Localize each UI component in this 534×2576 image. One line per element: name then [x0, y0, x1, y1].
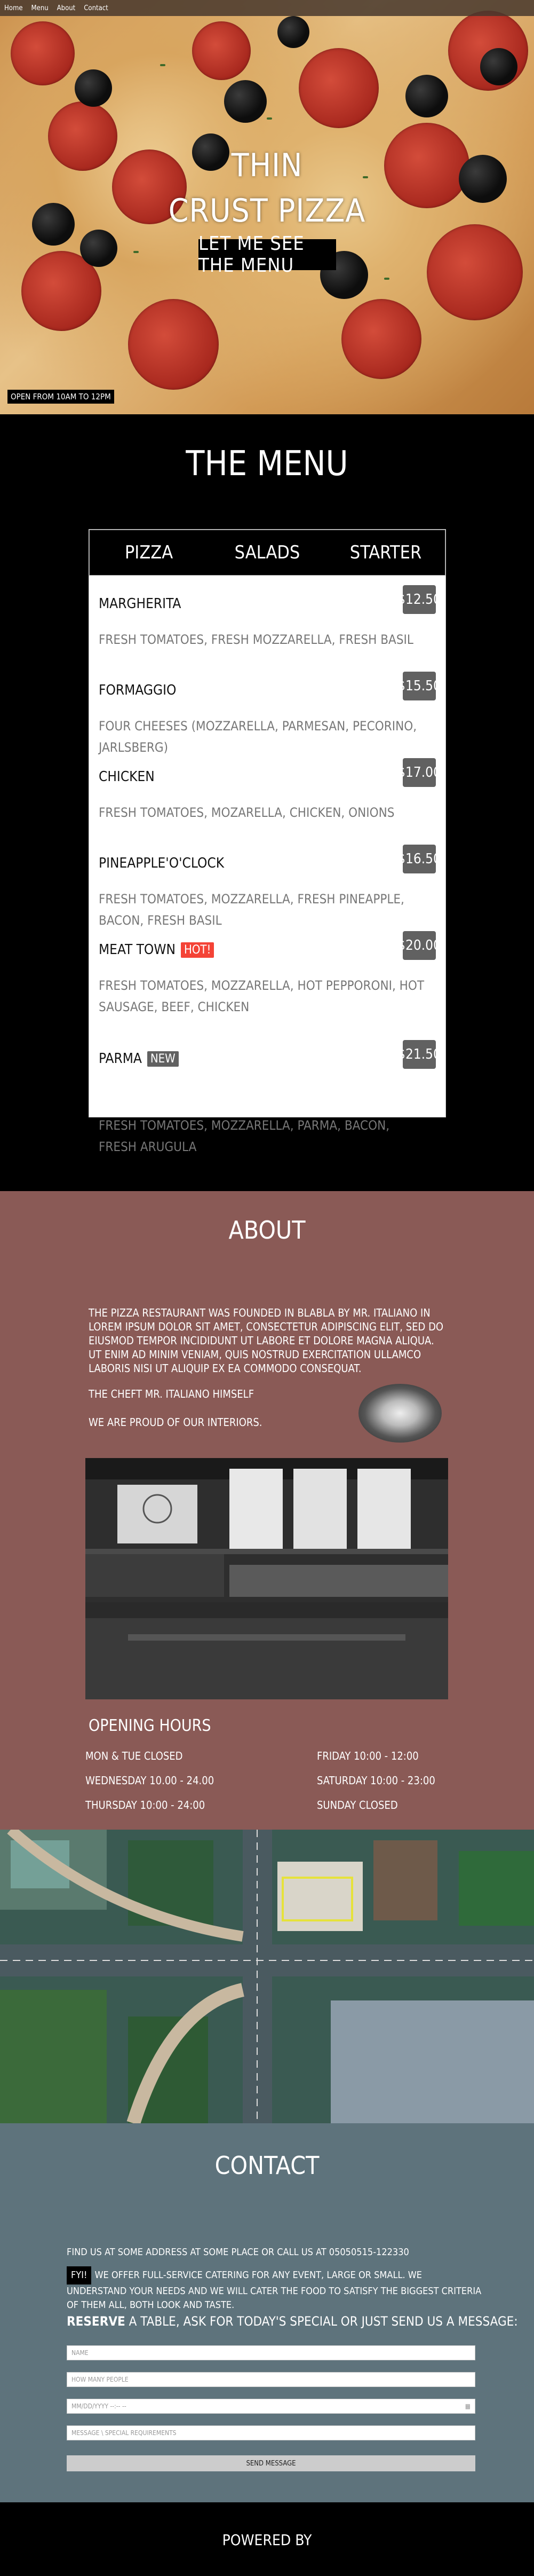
price-badge: $17.00 — [397, 758, 441, 787]
name-input[interactable]: NAME — [67, 2345, 475, 2360]
price-badge: $15.50 — [397, 672, 441, 700]
tab-starter[interactable]: STARTER — [326, 530, 445, 575]
pepperoni-shape — [128, 299, 219, 390]
hours-friday: FRIDAY 10:00 - 12:00 — [317, 1750, 419, 1762]
hero-title-line2: CRUST PIZZA — [168, 192, 366, 230]
item-description: FRESH TOMATOES, MOZARELLA, CHICKEN, ONIO… — [99, 805, 395, 820]
menu-section: THE MENU PIZZA SALADS STARTER MARGHERITA… — [0, 414, 534, 1191]
item-name: MARGHERITA — [99, 596, 181, 612]
hero-title-line1: THIN — [231, 147, 303, 184]
reserve-line: RESERVE A TABLE, ASK FOR TODAY'S SPECIAL… — [67, 2314, 518, 2329]
price-badge: $21.50 — [397, 1040, 441, 1069]
herb-shape — [384, 278, 389, 280]
footer: POWERED BY — [0, 2502, 534, 2576]
new-tag: NEW — [147, 1051, 179, 1067]
opening-hours-title: OPENING HOURS — [89, 1716, 211, 1735]
herb-shape — [267, 117, 272, 120]
olive-shape — [80, 230, 117, 267]
address-line: FIND US AT SOME ADDRESS AT SOME PLACE OR… — [67, 2247, 409, 2258]
olive-shape — [405, 75, 448, 117]
pepperoni-shape — [192, 21, 251, 80]
item-description: FRESH TOMATOES, FRESH MOZZARELLA, FRESH … — [99, 632, 413, 647]
price-badge: $16.50 — [397, 845, 441, 873]
item-description: FOUR CHEESES (MOZZARELLA, PARMESAN, PECO… — [99, 719, 417, 755]
menu-tabs: PIZZA SALADS STARTER — [89, 530, 445, 576]
hours-wednesday: WEDNESDAY 10.00 - 24.00 — [85, 1774, 214, 1787]
message-input[interactable]: MESSAGE \ SPECIAL REQUIREMENTS — [67, 2425, 475, 2440]
aerial-city-art — [0, 1830, 534, 2123]
hours-mon-tue: MON & TUE CLOSED — [85, 1750, 183, 1762]
about-section: ABOUT THE PIZZA RESTAURANT WAS FOUNDED I… — [0, 1191, 534, 1830]
olive-shape — [277, 16, 309, 48]
item-name: PINEAPPLE'O'CLOCK — [99, 855, 225, 871]
aerial-city-image — [0, 1830, 534, 2123]
herb-shape — [160, 64, 165, 66]
item-description: FRESH TOMATOES, MOZZARELLA, PARMA, BACON… — [99, 1118, 390, 1154]
item-name: MEAT TOWN HOT! — [99, 942, 214, 958]
hours-sunday: SUNDAY CLOSED — [317, 1799, 398, 1811]
menu-card: PIZZA SALADS STARTER MARGHERITA $12.50 F… — [89, 529, 446, 1154]
herb-shape — [133, 251, 139, 253]
item-description: FRESH TOMATOES, MOZZARELLA, FRESH PINEAP… — [99, 892, 404, 928]
hours-saturday: SATURDAY 10:00 - 23:00 — [317, 1774, 435, 1787]
footer-powered-by: POWERED BY — [222, 2531, 312, 2549]
nav-home[interactable]: Home — [0, 4, 27, 12]
price-badge: $20.00 — [397, 931, 441, 960]
contact-title: CONTACT — [214, 2151, 320, 2180]
nav-about[interactable]: About — [53, 4, 80, 12]
see-menu-button[interactable]: LET ME SEE THE MENU — [198, 233, 336, 277]
interior-photo — [85, 1458, 448, 1699]
olive-shape — [480, 48, 517, 85]
contact-section: CONTACT FIND US AT SOME ADDRESS AT SOME … — [0, 2123, 534, 2502]
hero-pizza-image: THIN CRUST PIZZA LET ME SEE THE MENU OPE… — [0, 0, 534, 414]
top-nav: Home Menu About Contact — [0, 0, 534, 16]
item-name: PARMA NEW — [99, 1051, 179, 1067]
pepperoni-shape — [299, 48, 379, 128]
item-name: FORMAGGIO — [99, 682, 177, 698]
menu-title: THE MENU — [186, 444, 348, 484]
price-badge: $12.50 — [397, 585, 441, 614]
hot-tag: HOT! — [180, 942, 214, 958]
interior-photo-art — [85, 1458, 448, 1699]
people-input[interactable]: HOW MANY PEOPLE — [67, 2372, 475, 2387]
pepperoni-shape — [11, 21, 75, 85]
catering-line: FYI! WE OFFER FULL-SERVICE CATERING FOR A… — [67, 2266, 483, 2312]
about-title: ABOUT — [228, 1216, 306, 1244]
nav-menu[interactable]: Menu — [27, 4, 53, 12]
datetime-input[interactable]: MM/DD/YYYY --:-- -- ▦ — [67, 2399, 475, 2414]
calendar-icon[interactable]: ▦ — [465, 2402, 471, 2410]
send-message-button[interactable]: SEND MESSAGE — [67, 2455, 475, 2471]
pepperoni-shape — [341, 299, 421, 379]
fyi-badge: FYI! — [67, 2266, 92, 2284]
tab-pizza[interactable]: PIZZA — [90, 530, 208, 575]
open-hours-badge: OPEN FROM 10AM TO 12PM — [7, 390, 114, 404]
pepperoni-shape — [427, 224, 523, 320]
tab-salads[interactable]: SALADS — [208, 530, 326, 575]
olive-shape — [75, 69, 112, 107]
hours-thursday: THURSDAY 10:00 - 24:00 — [85, 1799, 205, 1811]
nav-contact[interactable]: Contact — [79, 4, 113, 12]
olive-shape — [224, 80, 267, 123]
item-description: FRESH TOMATOES, MOZZARELLA, HOT PEPPORON… — [99, 978, 425, 1014]
item-name: CHICKEN — [99, 769, 155, 785]
chef-photo — [358, 1384, 442, 1443]
about-paragraph: THE PIZZA RESTAURANT WAS FOUNDED IN BLAB… — [89, 1306, 444, 1375]
